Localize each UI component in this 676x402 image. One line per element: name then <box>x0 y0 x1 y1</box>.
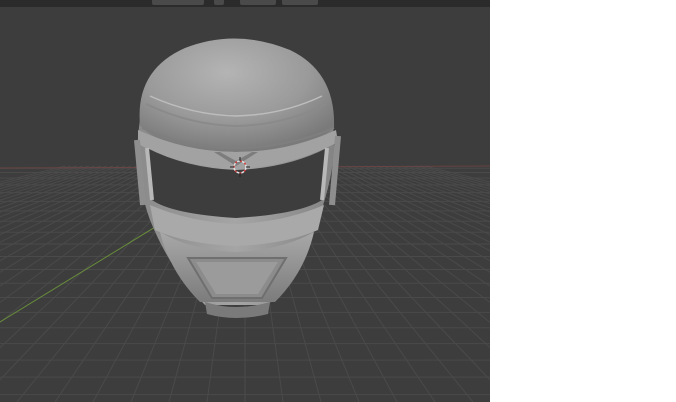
viewport-header <box>0 0 490 7</box>
3d-viewport[interactable] <box>0 0 490 402</box>
gizmo-icon[interactable] <box>214 0 224 5</box>
view-dropdown-icon[interactable] <box>152 0 204 5</box>
blank-panel <box>490 0 676 402</box>
viewport-canvas[interactable] <box>0 0 490 402</box>
shading-icon[interactable] <box>240 0 276 5</box>
overlay-icon[interactable] <box>282 0 318 5</box>
